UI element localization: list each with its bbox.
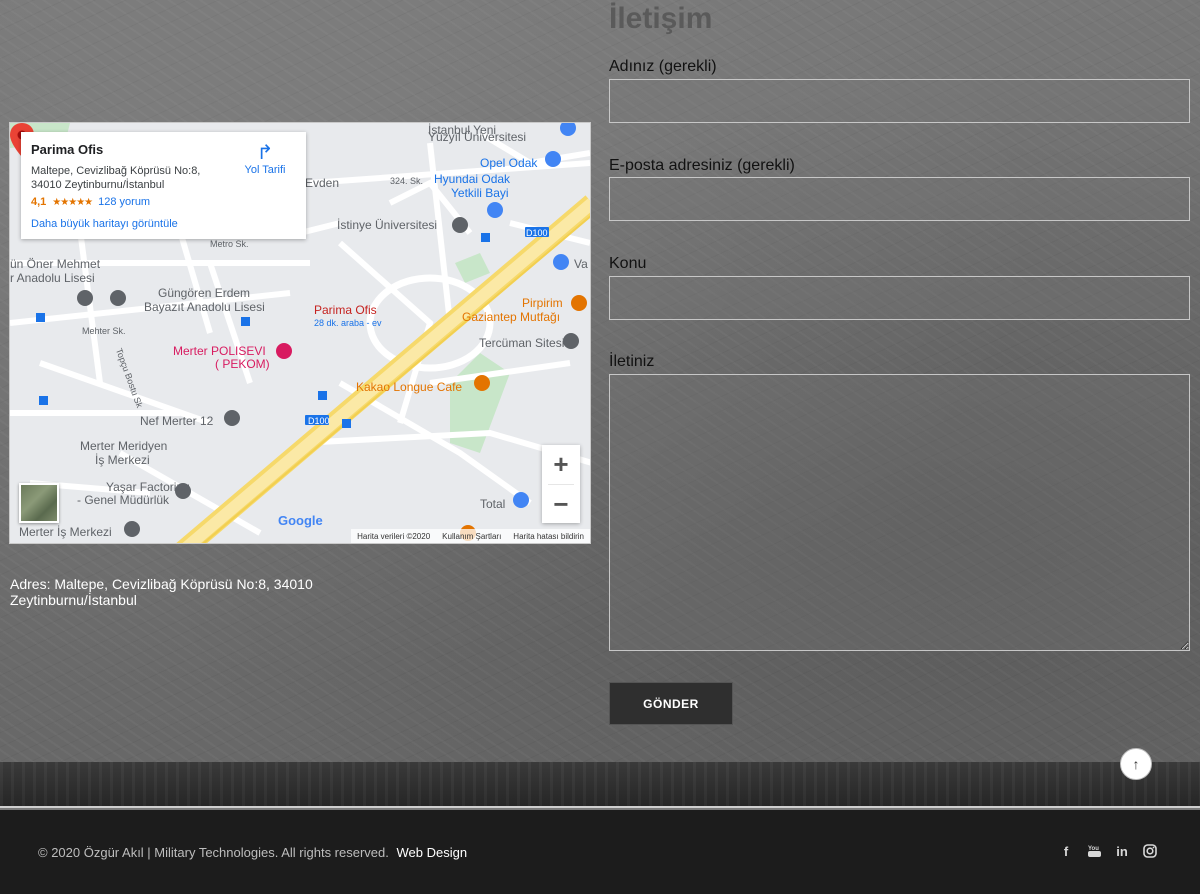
email-field[interactable] <box>609 177 1190 221</box>
facebook-icon[interactable]: f <box>1058 842 1074 860</box>
map-label: - Genel Müdürlük <box>77 493 170 507</box>
map-label: Merter İş Merkezi <box>19 525 112 539</box>
social-links: f You in <box>1058 842 1158 860</box>
map-label: Opel Odak <box>480 156 538 170</box>
satellite-toggle[interactable] <box>19 483 59 523</box>
footer-band <box>0 762 1200 808</box>
subject-field[interactable] <box>609 276 1190 320</box>
place-info-card: Parima Ofis Maltepe, Cevizlibağ Köprüsü … <box>21 132 306 239</box>
map-label: Merter POLISEVI <box>173 344 266 358</box>
map-label: Güngören Erdem <box>158 286 251 300</box>
google-logo: Google <box>278 513 323 528</box>
footer: © 2020 Özgür Akıl | Military Technologie… <box>0 810 1200 894</box>
report-error-link[interactable]: Harita hatası bildirin <box>513 532 584 541</box>
directions-icon: ↱ <box>256 142 274 164</box>
submit-button[interactable]: GÖNDER <box>609 682 733 725</box>
zoom-in-button[interactable]: + <box>542 445 580 484</box>
scroll-to-top-button[interactable]: ↑ <box>1120 748 1152 780</box>
map-data-credit: Harita verileri ©2020 <box>357 531 431 541</box>
map-label: İstinye Üniversitesi <box>337 218 438 232</box>
message-label: İletiniz <box>609 353 655 370</box>
map-label: 324. Sk. <box>390 176 424 186</box>
youtube-icon[interactable]: You <box>1086 842 1102 860</box>
map-label: Metro Sk. <box>210 239 249 249</box>
map-label: ( PEKOM) <box>215 357 270 371</box>
map-label: Pirpirim <box>522 296 563 310</box>
map-label: Tercüman Sitesi <box>479 336 565 350</box>
web-design-link[interactable]: Web Design <box>397 845 468 860</box>
place-address: Maltepe, Cevizlibağ Köprüsü No:8, 34010 … <box>31 165 201 191</box>
email-label: E-posta adresiniz (gerekli) <box>609 157 795 174</box>
zoom-control: + − <box>542 445 580 523</box>
map-label: Merter Meridyen <box>80 439 168 453</box>
reviews-link[interactable]: 128 yorum <box>98 196 150 208</box>
map-label: Hyundai Odak <box>434 172 511 186</box>
map-label: Yaşar Factoring <box>106 480 190 494</box>
message-field[interactable] <box>609 374 1190 651</box>
name-field[interactable] <box>609 79 1190 123</box>
map-label: Mehter Sk. <box>82 326 126 336</box>
map-label: İş Merkezi <box>95 453 150 467</box>
address-text: Adres: Maltepe, Cevizlibağ Köprüsü No:8,… <box>10 576 313 608</box>
rating-stars-icon: ★★★★★ <box>52 196 93 208</box>
larger-map-link[interactable]: Daha büyük haritayı görüntüle <box>31 218 296 230</box>
directions-button[interactable]: ↱ Yol Tarifi <box>242 142 288 176</box>
pin-title[interactable]: Parima Ofis <box>314 303 377 317</box>
arrow-up-icon: ↑ <box>1132 756 1140 772</box>
map-label: D100 <box>308 416 330 426</box>
map-label: Yüzyıl Üniversitesi <box>428 130 527 144</box>
map-label: Total <box>480 497 506 511</box>
map-label: Kakao Longue Cafe <box>356 380 463 394</box>
subject-label: Konu <box>609 255 647 272</box>
map-label: D100 <box>526 228 548 238</box>
terms-link[interactable]: Kullanım Şartları <box>442 532 501 541</box>
google-map[interactable]: İstanbul Yeni Yüzyıl Üniversitesi Opel O… <box>9 122 591 544</box>
instagram-icon[interactable] <box>1142 842 1158 860</box>
map-label: Yetkili Bayi <box>451 186 509 200</box>
map-attribution: Harita verileri ©2020 Kullanım Şartları … <box>351 529 590 543</box>
place-rating: 4,1 ★★★★★ 128 yorum <box>31 196 296 208</box>
pin-subtitle: 28 dk. araba - ev <box>314 318 382 328</box>
map-label: r Anadolu Lisesi <box>10 271 95 285</box>
name-label: Adınız (gerekli) <box>609 58 717 75</box>
linkedin-icon[interactable]: in <box>1114 842 1130 860</box>
map-label: Va <box>574 257 588 271</box>
map-label: Nef Merter 12 <box>140 414 214 428</box>
zoom-out-button[interactable]: − <box>542 485 580 524</box>
map-label: ün Öner Mehmet <box>10 257 101 271</box>
page-title: İletişim <box>609 2 713 35</box>
map-label: Gaziantep Mutfağı <box>462 310 561 324</box>
footer-copyright: © 2020 Özgür Akıl | Military Technologie… <box>38 845 467 860</box>
map-label: Bayazıt Anadolu Lisesi <box>144 300 265 314</box>
rating-value: 4,1 <box>31 196 47 208</box>
directions-label: Yol Tarifi <box>244 164 286 176</box>
copyright-text: © 2020 Özgür Akıl | Military Technologie… <box>38 845 389 860</box>
